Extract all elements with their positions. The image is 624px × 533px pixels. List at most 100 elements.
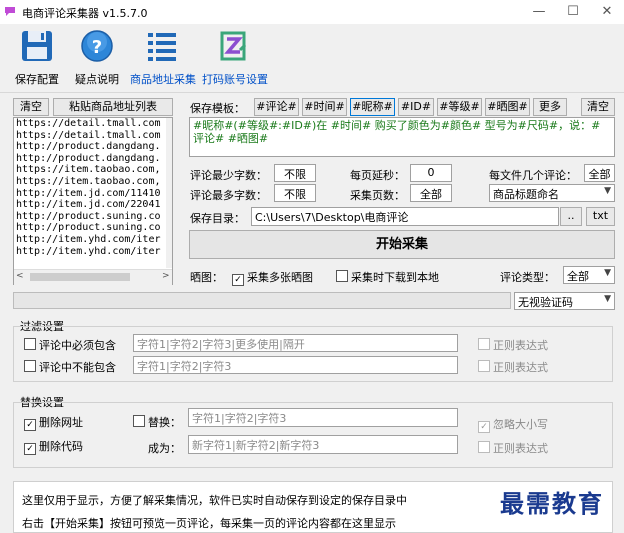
- ignore-case-checkbox[interactable]: ✓ 忽略大小写: [478, 416, 548, 433]
- checkbox-icon: [133, 415, 145, 427]
- pages-field[interactable]: 全部: [410, 184, 452, 202]
- delete-code-checkbox[interactable]: ✓ 删除代码: [24, 438, 83, 455]
- replace-to-label: 成为：: [148, 442, 181, 455]
- tag-comment-button[interactable]: #评论#: [254, 98, 299, 116]
- delete-url-checkbox[interactable]: ✓ 删除网址: [24, 414, 83, 431]
- delay-field[interactable]: 0: [410, 164, 452, 182]
- not-include-field[interactable]: 字符1|字符2|字符3: [133, 356, 458, 374]
- url-listbox[interactable]: https://detail.tmall.com https://detail.…: [13, 117, 173, 285]
- per-file-field[interactable]: 全部: [584, 164, 615, 182]
- must-include-field[interactable]: 字符1|字符2|字符3|更多使用|隔开: [133, 334, 458, 352]
- tag-id-button[interactable]: #ID#: [398, 98, 434, 116]
- multi-pic-checkbox[interactable]: ✓ 采集多张晒图: [232, 269, 313, 286]
- template-textarea[interactable]: #昵称#(#等级#:#ID#)在 #时间# 购买了颜色为#颜色# 型号为#尺码#…: [189, 117, 615, 157]
- scroll-thumb[interactable]: [30, 273, 130, 281]
- toolbar: 保存配置 ? 疑点说明 商品地址采集 打码账号设置: [0, 24, 624, 93]
- scroll-right-icon[interactable]: >: [162, 271, 170, 281]
- captcha-value: 无视验证码: [518, 296, 573, 309]
- help-label: 疑点说明: [75, 73, 119, 86]
- product-address-collect-label: 商品地址采集: [130, 73, 196, 86]
- checkbox-icon: [478, 360, 490, 372]
- regex-checkbox-1[interactable]: 正则表达式: [478, 337, 548, 353]
- tag-nickname-button[interactable]: #昵称#: [350, 98, 395, 116]
- svg-text:?: ?: [92, 37, 102, 58]
- regex-label: 正则表达式: [493, 361, 548, 374]
- app-icon: [4, 5, 16, 17]
- tag-pic-button[interactable]: #晒图#: [485, 98, 530, 116]
- download-label: 采集时下载到本地: [351, 271, 439, 284]
- url-list-vertical-scrollbar[interactable]: [166, 118, 172, 268]
- replace-field[interactable]: 字符1|字符2|字符3: [188, 408, 458, 427]
- regex-checkbox-2[interactable]: 正则表达式: [478, 359, 548, 375]
- regex-label: 正则表达式: [493, 442, 548, 455]
- delete-url-label: 删除网址: [39, 416, 83, 429]
- window-title: 电商评论采集器 v1.5.7.0: [22, 7, 148, 20]
- list-item: http://item.jd.com/11410: [16, 187, 161, 199]
- clear-template-button[interactable]: 清空: [581, 98, 615, 116]
- replace-to-field[interactable]: 新字符1|新字符2|新字符3: [188, 435, 458, 454]
- delete-code-label: 删除代码: [39, 440, 83, 453]
- help-button[interactable]: ? 疑点说明: [72, 28, 122, 90]
- save-icon: [19, 31, 55, 67]
- info-line-1: 这里仅用于显示，方便了解采集情况，软件已实时自动保存到设定的保存目录中: [22, 494, 407, 507]
- list-item: http://product.dangdang.: [16, 141, 161, 153]
- list-item: http://item.yhd.com/iter: [16, 233, 161, 245]
- close-button[interactable]: ✕: [592, 3, 622, 21]
- product-address-collect-button[interactable]: 商品地址采集: [130, 28, 196, 90]
- list-item: http://item.jd.com/22041: [16, 199, 161, 211]
- maximize-button[interactable]: ☐: [558, 3, 588, 21]
- template-label: 保存模板：: [190, 102, 245, 115]
- list-item: http://item.yhd.com/iter: [16, 245, 161, 257]
- captcha-account-button[interactable]: 打码账号设置: [202, 28, 268, 90]
- start-collect-button[interactable]: 开始采集: [189, 230, 615, 259]
- dir-field[interactable]: C:\Users\7\Desktop\电商评论: [251, 207, 559, 226]
- txt-button[interactable]: txt: [586, 207, 615, 226]
- checkbox-icon: [24, 338, 36, 350]
- min-len-field[interactable]: 不限: [274, 164, 316, 182]
- type-value: 全部: [567, 270, 589, 283]
- naming-select[interactable]: 商品标题命名 ▼: [489, 184, 615, 202]
- save-config-button[interactable]: 保存配置: [12, 28, 62, 90]
- title-bar: 电商评论采集器 v1.5.7.0 — ☐ ✕: [0, 0, 624, 24]
- url-list-horizontal-scrollbar[interactable]: < >: [14, 269, 172, 285]
- watermark: 最需教育: [500, 489, 604, 518]
- must-include-label: 评论中必须包含: [39, 339, 116, 352]
- not-include-checkbox[interactable]: 评论中不能包含: [24, 359, 116, 375]
- browse-button[interactable]: ..: [560, 207, 582, 226]
- checkbox-checked-icon: ✓: [232, 274, 244, 286]
- naming-value: 商品标题命名: [493, 188, 559, 201]
- regex-checkbox-3[interactable]: 正则表达式: [478, 440, 548, 456]
- pages-label: 采集页数：: [350, 189, 405, 202]
- list-item: https://item.taobao.com,: [16, 164, 161, 176]
- max-len-field[interactable]: 不限: [274, 184, 316, 202]
- more-tags-button[interactable]: 更多: [533, 98, 567, 116]
- replace-label: 替换：: [148, 416, 181, 429]
- download-checkbox[interactable]: 采集时下载到本地: [336, 269, 439, 285]
- help-icon: ?: [79, 30, 115, 67]
- dir-label: 保存目录：: [190, 212, 245, 225]
- paste-urls-button[interactable]: 粘贴商品地址列表: [53, 98, 173, 116]
- must-include-checkbox[interactable]: 评论中必须包含: [24, 337, 116, 353]
- checkbox-icon: [336, 270, 348, 282]
- scroll-left-icon[interactable]: <: [16, 271, 24, 281]
- max-len-label: 评论最多字数：: [190, 189, 267, 202]
- captcha-select[interactable]: 无视验证码 ▼: [514, 292, 615, 310]
- tag-level-button[interactable]: #等级#: [437, 98, 482, 116]
- checkbox-icon: [24, 360, 36, 372]
- list-item: https://detail.tmall.com: [16, 129, 161, 141]
- checkbox-checked-icon: ✓: [24, 443, 36, 455]
- type-label: 评论类型：: [500, 271, 555, 284]
- save-config-label: 保存配置: [15, 73, 59, 86]
- multi-pic-label: 采集多张晒图: [247, 271, 313, 284]
- type-select[interactable]: 全部 ▼: [563, 266, 615, 284]
- replace-checkbox[interactable]: 替换：: [133, 414, 181, 430]
- captcha-account-label: 打码账号设置: [202, 73, 268, 86]
- progress-bar: [13, 292, 511, 309]
- minimize-button[interactable]: —: [524, 3, 554, 21]
- clear-urls-button[interactable]: 清空: [13, 98, 49, 116]
- checkbox-checked-icon: ✓: [478, 421, 490, 433]
- not-include-label: 评论中不能包含: [39, 361, 116, 374]
- tag-time-button[interactable]: #时间#: [302, 98, 347, 116]
- captcha-icon: [216, 31, 252, 67]
- checkbox-checked-icon: ✓: [24, 419, 36, 431]
